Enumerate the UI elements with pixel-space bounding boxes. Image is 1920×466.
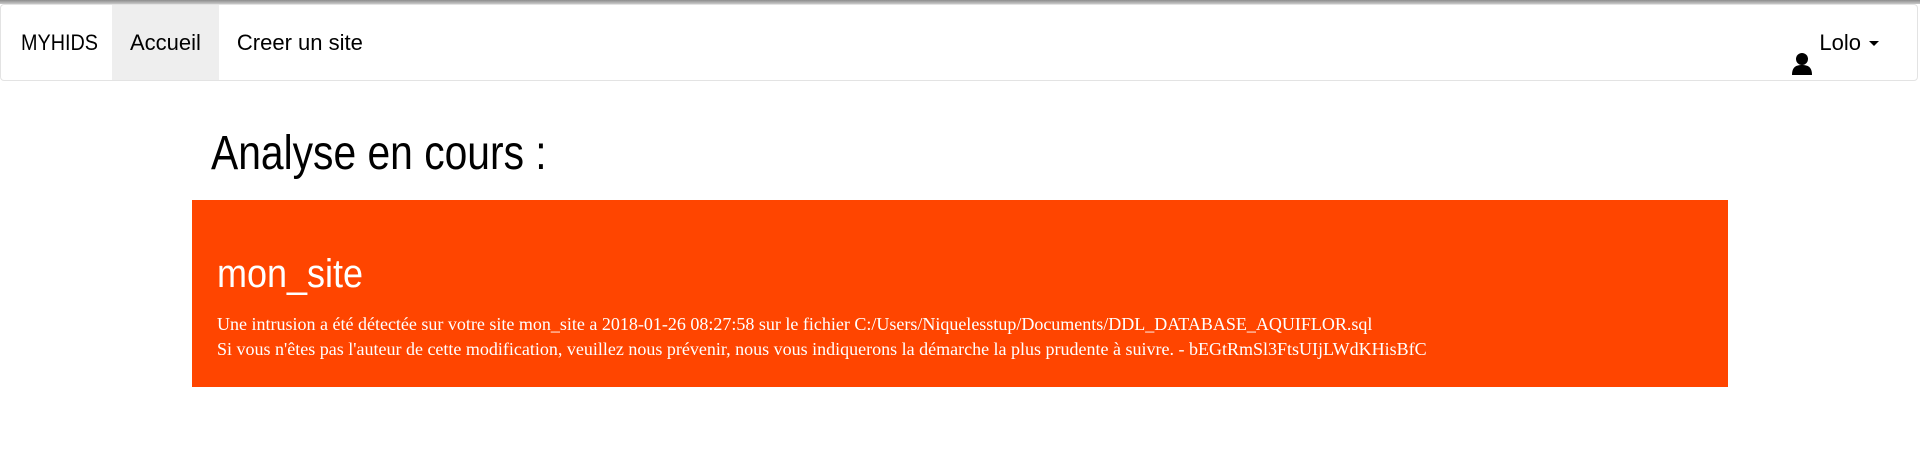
user-menu-dropdown[interactable]: Lolo xyxy=(1791,5,1879,80)
user-icon xyxy=(1791,31,1813,75)
nav-link-accueil[interactable]: Accueil xyxy=(112,5,219,80)
page-title: Analyse en cours : xyxy=(211,127,547,180)
user-name: Lolo xyxy=(1819,30,1861,55)
navbar: MYHIDS Accueil Creer un site Lolo xyxy=(0,4,1918,81)
alert-message: Une intrusion a été détectée sur votre s… xyxy=(217,312,1427,362)
chevron-down-icon xyxy=(1869,41,1879,46)
nav-links: Accueil Creer un site xyxy=(112,5,381,80)
intrusion-alert-panel: mon_site Une intrusion a été détectée su… xyxy=(192,200,1728,387)
alert-message-line1: Une intrusion a été détectée sur votre s… xyxy=(217,314,1373,334)
alert-site-name: mon_site xyxy=(217,252,364,296)
brand-logo[interactable]: MYHIDS xyxy=(21,5,98,80)
nav-link-creer-site[interactable]: Creer un site xyxy=(219,5,381,80)
alert-message-line2: Si vous n'êtes pas l'auteur de cette mod… xyxy=(217,339,1427,359)
